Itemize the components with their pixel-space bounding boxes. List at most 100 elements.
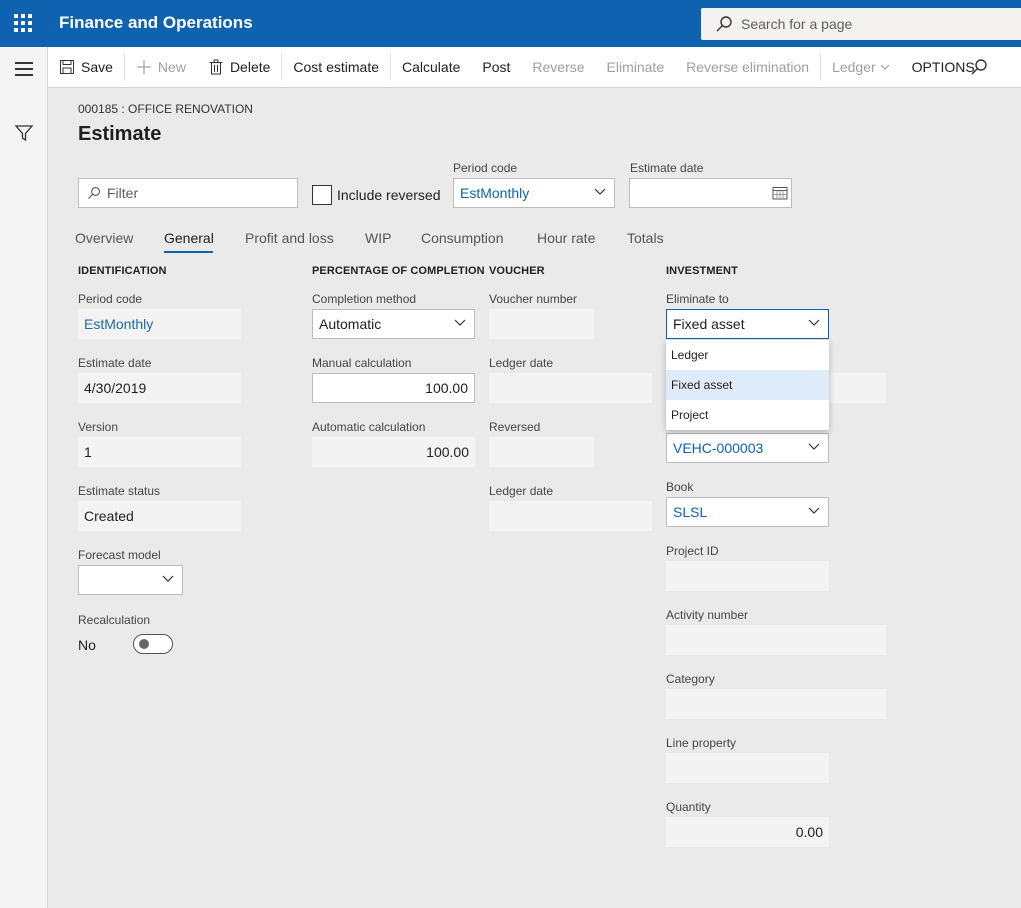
line-property-field (666, 753, 829, 783)
top-navigation-bar: Finance and Operations Search for a page (0, 0, 1021, 47)
option-project[interactable]: Project (666, 400, 829, 430)
filter-icon[interactable] (14, 123, 34, 143)
book-value: SLSL (673, 504, 708, 520)
reverse-elimination-button[interactable]: Reverse elimination (675, 47, 820, 88)
cost-estimate-button[interactable]: Cost estimate (282, 47, 390, 88)
ledger-date-label: Ledger date (489, 356, 554, 370)
forecast-model-select[interactable] (78, 565, 183, 595)
automatic-calculation-label: Automatic calculation (312, 420, 426, 434)
chevron-down-icon (808, 319, 820, 326)
period-code-field[interactable]: EstMonthly (78, 309, 241, 339)
recalculation-value: No (78, 637, 96, 653)
period-code-label: Period code (78, 292, 143, 306)
estimate-status-field: Created (78, 501, 241, 531)
eliminate-to-select[interactable]: Fixed asset (666, 309, 829, 339)
category-field (666, 689, 886, 719)
identification-header: IDENTIFICATION (78, 265, 167, 277)
category-label: Category (666, 672, 715, 686)
period-code-filter-label: Period code (453, 161, 518, 175)
period-code-filter-select[interactable]: EstMonthly (453, 178, 615, 208)
filter-placeholder: Filter (107, 185, 139, 201)
chevron-down-icon (162, 575, 174, 582)
manual-calculation-input[interactable]: 100.00 (312, 373, 475, 403)
automatic-calculation-field: 100.00 (312, 437, 475, 467)
search-icon (88, 187, 100, 199)
chevron-down-icon (454, 319, 466, 326)
eliminate-to-label: Eliminate to (666, 292, 729, 306)
option-ledger[interactable]: Ledger (666, 340, 829, 370)
voucher-number-field (489, 309, 594, 339)
page-search-input[interactable]: Search for a page (701, 8, 1021, 40)
record-caption: 000185 : OFFICE RENOVATION (78, 102, 253, 116)
ledger-date-field (489, 373, 652, 403)
ledger-menu-button[interactable]: Ledger (821, 47, 901, 88)
activity-number-field (666, 625, 886, 655)
eliminate-button[interactable]: Eliminate (596, 47, 676, 88)
version-field: 1 (78, 437, 241, 467)
recalculation-label: Recalculation (78, 613, 151, 627)
new-button[interactable]: New (125, 47, 197, 88)
new-label: New (157, 59, 186, 75)
fixed-asset-value: VEHC-000003 (673, 440, 764, 456)
ledger-label: Ledger (832, 59, 876, 75)
chevron-down-icon (594, 188, 606, 195)
tab-profit-and-loss[interactable]: Profit and loss (245, 230, 334, 246)
completion-header: PERCENTAGE OF COMPLETION (312, 265, 485, 277)
toggle-knob (139, 639, 149, 649)
include-reversed-label: Include reversed (337, 187, 441, 203)
quantity-label: Quantity (666, 800, 711, 814)
search-icon[interactable] (970, 58, 988, 76)
estimate-date-filter-label: Estimate date (630, 161, 704, 175)
project-id-field (666, 561, 829, 591)
tab-wip[interactable]: WIP (365, 230, 391, 246)
hamburger-menu-icon[interactable] (15, 62, 33, 76)
calculate-button[interactable]: Calculate (391, 47, 471, 88)
completion-method-value: Automatic (319, 316, 382, 332)
completion-method-select[interactable]: Automatic (312, 309, 475, 339)
save-button[interactable]: Save (48, 47, 124, 88)
delete-label: Delete (229, 59, 271, 75)
tab-consumption[interactable]: Consumption (421, 230, 504, 246)
tab-hour-rate[interactable]: Hour rate (537, 230, 595, 246)
app-launcher-icon[interactable] (14, 14, 32, 32)
book-label: Book (666, 480, 694, 494)
search-placeholder: Search for a page (741, 16, 853, 32)
save-label: Save (81, 59, 113, 75)
version-label: Version (78, 420, 119, 434)
reversed-label: Reversed (489, 420, 541, 434)
activity-number-label: Activity number (666, 608, 749, 622)
tab-totals[interactable]: Totals (627, 230, 664, 246)
trash-icon (209, 59, 223, 75)
active-tab-indicator (164, 251, 213, 253)
reverse-button[interactable]: Reverse (521, 47, 595, 88)
filter-input[interactable]: Filter (78, 178, 298, 208)
include-reversed-checkbox[interactable] (312, 185, 332, 205)
reversal-ledger-date-field (489, 501, 652, 531)
eliminate-to-value: Fixed asset (673, 316, 745, 332)
post-button[interactable]: Post (471, 47, 521, 88)
estimate-date-label: Estimate date (78, 356, 152, 370)
option-fixed-asset[interactable]: Fixed asset (666, 370, 829, 400)
line-property-label: Line property (666, 736, 737, 750)
tab-overview[interactable]: Overview (75, 230, 133, 246)
estimate-date-field: 4/30/2019 (78, 373, 241, 403)
page-title: Estimate (78, 123, 162, 145)
manual-calculation-label: Manual calculation (312, 356, 412, 370)
calendar-icon[interactable] (772, 186, 788, 200)
tab-general[interactable]: General (164, 230, 214, 246)
search-icon (716, 16, 732, 32)
left-navigation-rail (0, 47, 48, 908)
book-select[interactable]: SLSL (666, 497, 829, 527)
delete-button[interactable]: Delete (197, 47, 281, 88)
chevron-down-icon (808, 507, 820, 514)
recalculation-toggle[interactable] (133, 634, 173, 654)
estimate-date-filter-input[interactable] (629, 178, 792, 208)
page-content: 000185 : OFFICE RENOVATION Estimate Filt… (48, 88, 1021, 908)
fixed-asset-select[interactable]: VEHC-000003 (666, 433, 829, 463)
estimate-status-label: Estimate status (78, 484, 161, 498)
voucher-number-label: Voucher number (489, 292, 578, 306)
eliminate-to-dropdown-list: Ledger Fixed asset Project (666, 340, 829, 430)
app-title: Finance and Operations (59, 13, 253, 32)
project-id-label: Project ID (666, 544, 719, 558)
voucher-header: VOUCHER (489, 265, 545, 277)
